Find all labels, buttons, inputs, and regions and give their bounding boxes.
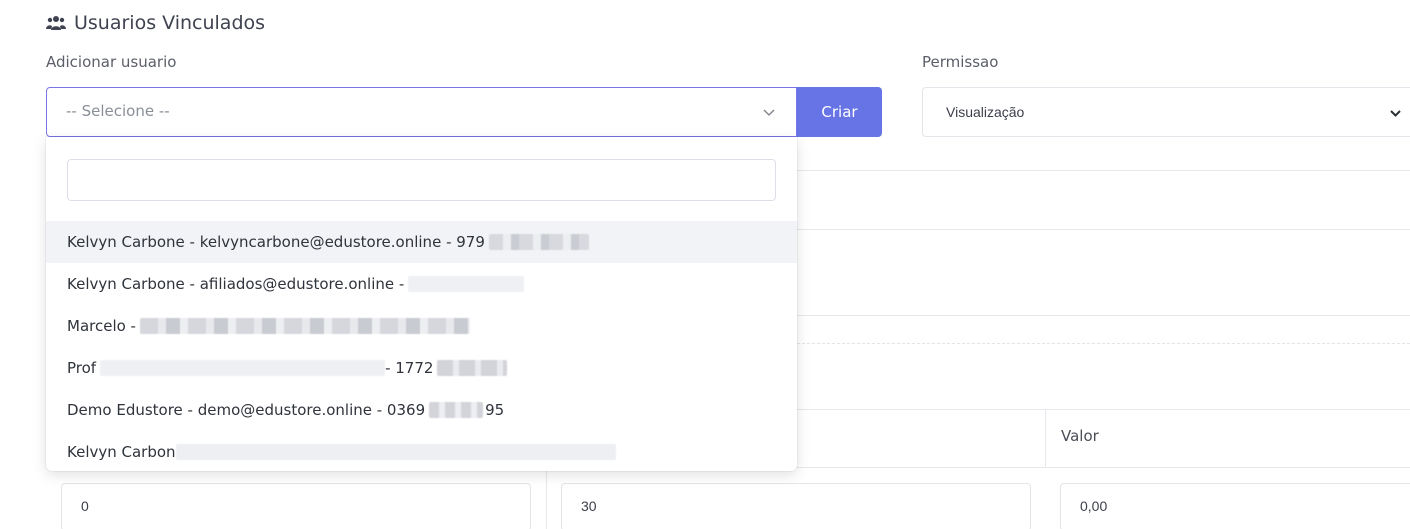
user-select[interactable]: -- Selecione -- [46,87,797,137]
permission-select-value: Visualização [946,104,1025,120]
permission-label: Permissao [922,53,999,71]
create-button[interactable]: Criar [797,87,882,137]
user-select-placeholder: -- Selecione -- [66,102,170,120]
chevron-down-icon [1390,110,1401,117]
redacted-text [139,318,470,334]
option-text: Kelvyn Carbone - kelvyncarbone@edustore.… [67,233,485,251]
divider [797,229,1410,230]
row-input-2[interactable]: 30 [561,483,1031,529]
section-title-text: Usuarios Vinculados [74,12,266,34]
option-text: Marcelo - [67,317,136,335]
redacted-text [488,234,589,250]
dropdown-option[interactable]: Marcelo - [46,305,797,347]
section-title: Usuarios Vinculados [46,12,265,34]
divider [797,315,1410,316]
dropdown-option[interactable]: Kelvyn Carbone - afiliados@edustore.onli… [46,263,797,305]
option-text-suffix: - 1772 [385,359,434,377]
add-user-label: Adicionar usuario [46,53,177,71]
option-text: Kelvyn Carbone - afiliados@edustore.onli… [67,275,405,293]
divider [797,170,1410,171]
column-divider [1045,409,1046,468]
dropdown-search-input[interactable] [67,159,776,201]
option-text: Kelvyn Carbon [67,443,176,461]
users-icon [46,16,66,30]
divider [797,343,1410,344]
redacted-text [437,360,508,376]
chevron-down-icon [763,109,775,116]
option-text: Demo Edustore - demo@edustore.online - 0… [67,401,426,419]
row-input-1[interactable]: 0 [61,483,531,529]
dropdown-option[interactable]: Prof - 1772 [46,347,797,389]
permission-select[interactable]: Visualização [922,87,1410,137]
dropdown-option[interactable]: Kelvyn Carbone - kelvyncarbone@edustore.… [46,221,797,263]
column-header-valor: Valor [1061,427,1099,445]
redacted-text [429,402,484,418]
redacted-text [175,444,616,460]
option-text: Prof [67,359,97,377]
dropdown-option[interactable]: Demo Edustore - demo@edustore.online - 0… [46,389,797,431]
redacted-text [100,360,386,376]
option-text-suffix: 95 [485,401,505,419]
user-select-dropdown: Kelvyn Carbone - kelvyncarbone@edustore.… [46,137,797,471]
redacted-text [408,276,525,292]
dropdown-option[interactable]: Kelvyn Carbon [46,431,797,473]
dropdown-options-list: Kelvyn Carbone - kelvyncarbone@edustore.… [46,221,797,473]
row-input-valor[interactable]: 0,00 [1060,483,1410,529]
